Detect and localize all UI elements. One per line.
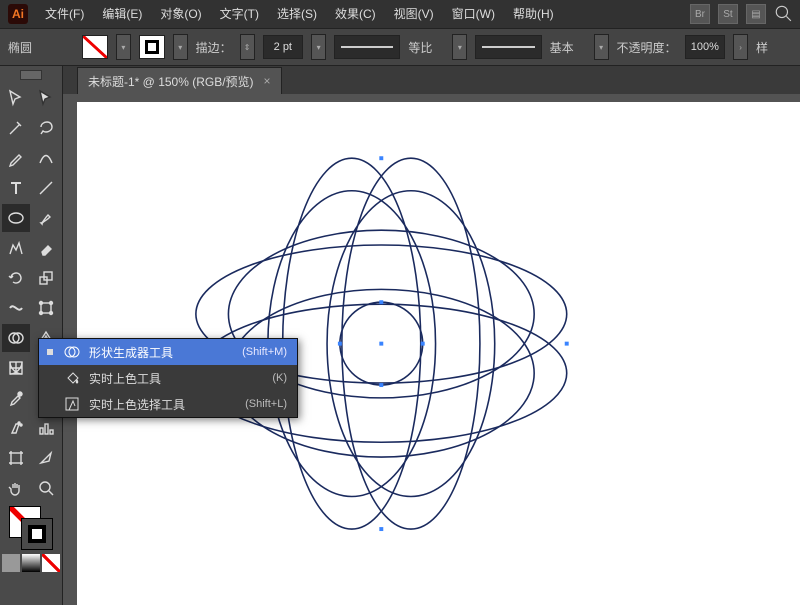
menu-file[interactable]: 文件(F) — [36, 0, 93, 28]
menu-select[interactable]: 选择(S) — [268, 0, 326, 28]
workspace-icon[interactable]: ▤ — [746, 4, 766, 24]
shape-builder-flyout: 形状生成器工具 (Shift+M) 实时上色工具 (K) 实时上色选择工具 (S… — [38, 338, 298, 418]
document-tab[interactable]: 未标题-1* @ 150% (RGB/预览) × — [77, 67, 282, 94]
menu-view[interactable]: 视图(V) — [385, 0, 443, 28]
stroke-color-icon[interactable] — [21, 518, 53, 550]
active-tool-marker-icon — [47, 349, 53, 355]
canvas-area: 未标题-1* @ 150% (RGB/预览) × — [63, 66, 800, 605]
width-tool[interactable] — [2, 294, 30, 322]
ai-logo-icon: Ai — [8, 4, 28, 24]
selection-tool[interactable] — [2, 84, 30, 112]
column-graph-tool[interactable] — [32, 414, 60, 442]
flyout-item-label: 实时上色工具 — [89, 370, 264, 387]
menu-bar: Ai 文件(F) 编辑(E) 对象(O) 文字(T) 选择(S) 效果(C) 视… — [0, 0, 800, 29]
search-icon[interactable] — [774, 4, 792, 22]
hand-tool[interactable] — [2, 474, 30, 502]
flyout-item-shortcut: (Shift+L) — [245, 398, 287, 410]
eraser-tool[interactable] — [32, 234, 60, 262]
type-tool[interactable] — [2, 174, 30, 202]
menu-window[interactable]: 窗口(W) — [443, 0, 504, 28]
stroke-weight-stepper-icon[interactable]: ⇕ — [240, 34, 255, 60]
flyout-item-label: 实时上色选择工具 — [89, 396, 237, 413]
bridge-icon[interactable]: Br — [690, 4, 710, 24]
shape-name-label: 椭圆 — [8, 39, 44, 56]
rotate-tool[interactable] — [2, 264, 30, 292]
document-tab-row: 未标题-1* @ 150% (RGB/预览) × — [63, 66, 800, 94]
profile-label: 基本 — [550, 39, 586, 56]
zoom-tool[interactable] — [32, 474, 60, 502]
line-tool[interactable] — [32, 174, 60, 202]
menu-edit[interactable]: 编辑(E) — [93, 0, 151, 28]
ellipse-tool[interactable] — [2, 204, 30, 232]
menu-type[interactable]: 文字(T) — [211, 0, 268, 28]
more-label: 样 — [756, 39, 792, 56]
stroke-label: 描边： — [196, 39, 232, 56]
slice-tool[interactable] — [32, 444, 60, 472]
more-options-icon[interactable]: › — [733, 34, 748, 60]
scale-dd-icon[interactable]: ▾ — [452, 34, 467, 60]
stroke-dropdown-icon[interactable]: ▾ — [173, 34, 188, 60]
stroke-weight-dd-icon[interactable]: ▾ — [311, 34, 326, 60]
scale-label: 等比 — [408, 39, 444, 56]
flyout-live-paint-bucket[interactable]: 实时上色工具 (K) — [39, 365, 297, 391]
shape-builder-tool[interactable] — [2, 324, 30, 352]
menu-help[interactable]: 帮助(H) — [504, 0, 563, 28]
flyout-item-shortcut: (K) — [272, 372, 287, 384]
free-transform-tool[interactable] — [32, 294, 60, 322]
menu-object[interactable]: 对象(O) — [151, 0, 210, 28]
color-mode-icon[interactable] — [2, 554, 20, 572]
scale-tool[interactable] — [32, 264, 60, 292]
tool-panel-grip-icon[interactable] — [20, 70, 42, 80]
lasso-tool[interactable] — [32, 114, 60, 142]
options-bar: 椭圆 ▾ ▾ 描边： ⇕ 2 pt ▾ 等比 ▾ 基本 ▾ 不透明度： 100%… — [0, 29, 800, 66]
stroke-weight-field[interactable]: 2 pt — [263, 35, 304, 59]
fill-swatch[interactable] — [82, 35, 108, 59]
app-window: Ai 文件(F) 编辑(E) 对象(O) 文字(T) 选择(S) 效果(C) 视… — [0, 0, 800, 605]
symbol-sprayer-tool[interactable] — [2, 414, 30, 442]
opacity-label: 不透明度： — [617, 39, 677, 56]
tool-grid — [2, 84, 60, 502]
curvature-tool[interactable] — [32, 144, 60, 172]
tool-panel — [0, 66, 63, 605]
body: 未标题-1* @ 150% (RGB/预览) × — [0, 66, 800, 605]
shape-builder-icon — [63, 343, 81, 361]
fill-stroke-control[interactable] — [9, 506, 53, 550]
mesh-tool[interactable] — [2, 354, 30, 382]
paintbrush-tool[interactable] — [32, 204, 60, 232]
document-tab-title: 未标题-1* @ 150% (RGB/预览) — [88, 73, 254, 90]
flyout-item-label: 形状生成器工具 — [89, 344, 234, 361]
shaper-tool[interactable] — [2, 234, 30, 262]
menu-right-icons: Br St ▤ — [690, 4, 800, 24]
profile-dd-icon[interactable]: ▾ — [594, 34, 609, 60]
opacity-field[interactable]: 100% — [685, 35, 726, 59]
stroke-swatch[interactable] — [139, 35, 165, 59]
close-tab-icon[interactable]: × — [264, 74, 271, 88]
flyout-item-shortcut: (Shift+M) — [242, 346, 287, 358]
brush-profile-preview[interactable] — [475, 35, 541, 59]
stock-icon[interactable]: St — [718, 4, 738, 24]
gradient-mode-icon[interactable] — [22, 554, 40, 572]
live-paint-bucket-icon — [63, 369, 81, 387]
flyout-live-paint-selection[interactable]: 实时上色选择工具 (Shift+L) — [39, 391, 297, 417]
eyedropper-tool[interactable] — [2, 384, 30, 412]
pen-tool[interactable] — [2, 144, 30, 172]
menu-effect[interactable]: 效果(C) — [326, 0, 385, 28]
artboard-tool[interactable] — [2, 444, 30, 472]
magic-wand-tool[interactable] — [2, 114, 30, 142]
live-paint-selection-icon — [63, 395, 81, 413]
flyout-shape-builder[interactable]: 形状生成器工具 (Shift+M) — [39, 339, 297, 365]
direct-selection-tool[interactable] — [32, 84, 60, 112]
app-logo: Ai — [4, 0, 32, 28]
none-mode-icon[interactable] — [42, 554, 60, 572]
stroke-style-preview[interactable] — [334, 35, 400, 59]
fill-dropdown-icon[interactable]: ▾ — [116, 34, 131, 60]
